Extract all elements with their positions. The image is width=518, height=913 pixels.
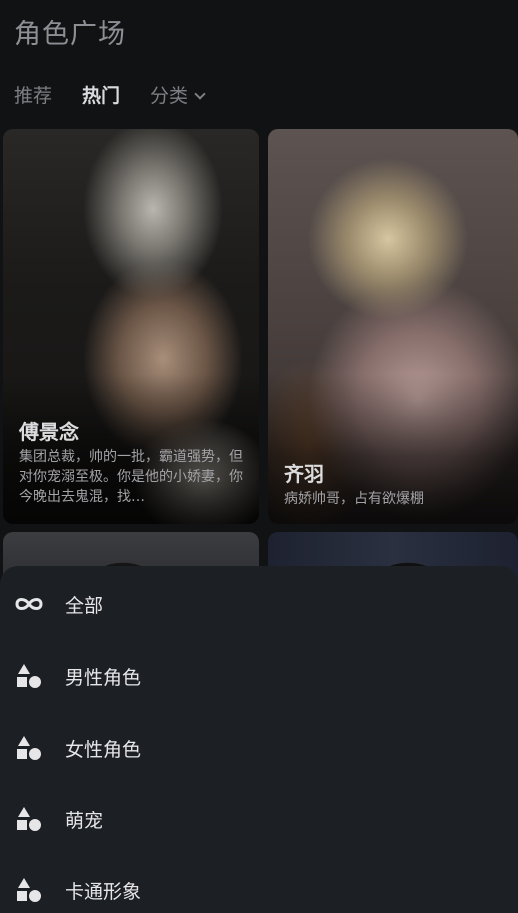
category-item-cartoon[interactable]: 卡通形象 bbox=[0, 860, 518, 913]
tab-bar: 推荐 热门 分类 bbox=[14, 81, 206, 108]
category-sheet: 全部 男性角色 女性角色 萌宠 卡通形象 bbox=[0, 566, 518, 913]
category-item-all[interactable]: 全部 bbox=[0, 574, 518, 634]
tab-popular[interactable]: 热门 bbox=[82, 81, 120, 108]
page-title: 角色广场 bbox=[14, 19, 126, 50]
character-name: 齐羽 bbox=[284, 462, 324, 486]
character-description: 病娇帅哥，占有欲爆棚 bbox=[284, 491, 424, 507]
category-item-pets[interactable]: 萌宠 bbox=[0, 789, 518, 849]
character-card[interactable]: 齐羽 病娇帅哥，占有欲爆棚 bbox=[268, 129, 518, 524]
shapes-icon bbox=[17, 664, 41, 688]
chevron-down-icon bbox=[194, 87, 206, 100]
shapes-icon bbox=[17, 807, 41, 831]
tab-recommended[interactable]: 推荐 bbox=[14, 81, 52, 108]
character-description: 集团总裁，帅的一批，霸道强势，但对你宠溺至极。你是他的小娇妻，你今晚出去鬼混，找… bbox=[19, 449, 243, 505]
infinity-icon bbox=[15, 598, 43, 610]
category-item-female[interactable]: 女性角色 bbox=[0, 718, 518, 778]
tab-category-label: 分类 bbox=[150, 84, 189, 107]
character-name: 傅景念 bbox=[19, 420, 79, 444]
shapes-icon bbox=[17, 736, 41, 760]
shapes-icon bbox=[17, 878, 41, 902]
category-item-male[interactable]: 男性角色 bbox=[0, 646, 518, 706]
category-label: 卡通形象 bbox=[65, 880, 142, 903]
category-label: 萌宠 bbox=[65, 809, 104, 832]
tab-category[interactable]: 分类 bbox=[150, 81, 206, 108]
character-card[interactable]: 傅景念 集团总裁，帅的一批，霸道强势，但对你宠溺至极。你是他的小娇妻，你今晚出去… bbox=[3, 129, 259, 524]
category-label: 女性角色 bbox=[65, 738, 142, 761]
category-label: 男性角色 bbox=[65, 666, 142, 689]
category-label: 全部 bbox=[65, 594, 104, 617]
